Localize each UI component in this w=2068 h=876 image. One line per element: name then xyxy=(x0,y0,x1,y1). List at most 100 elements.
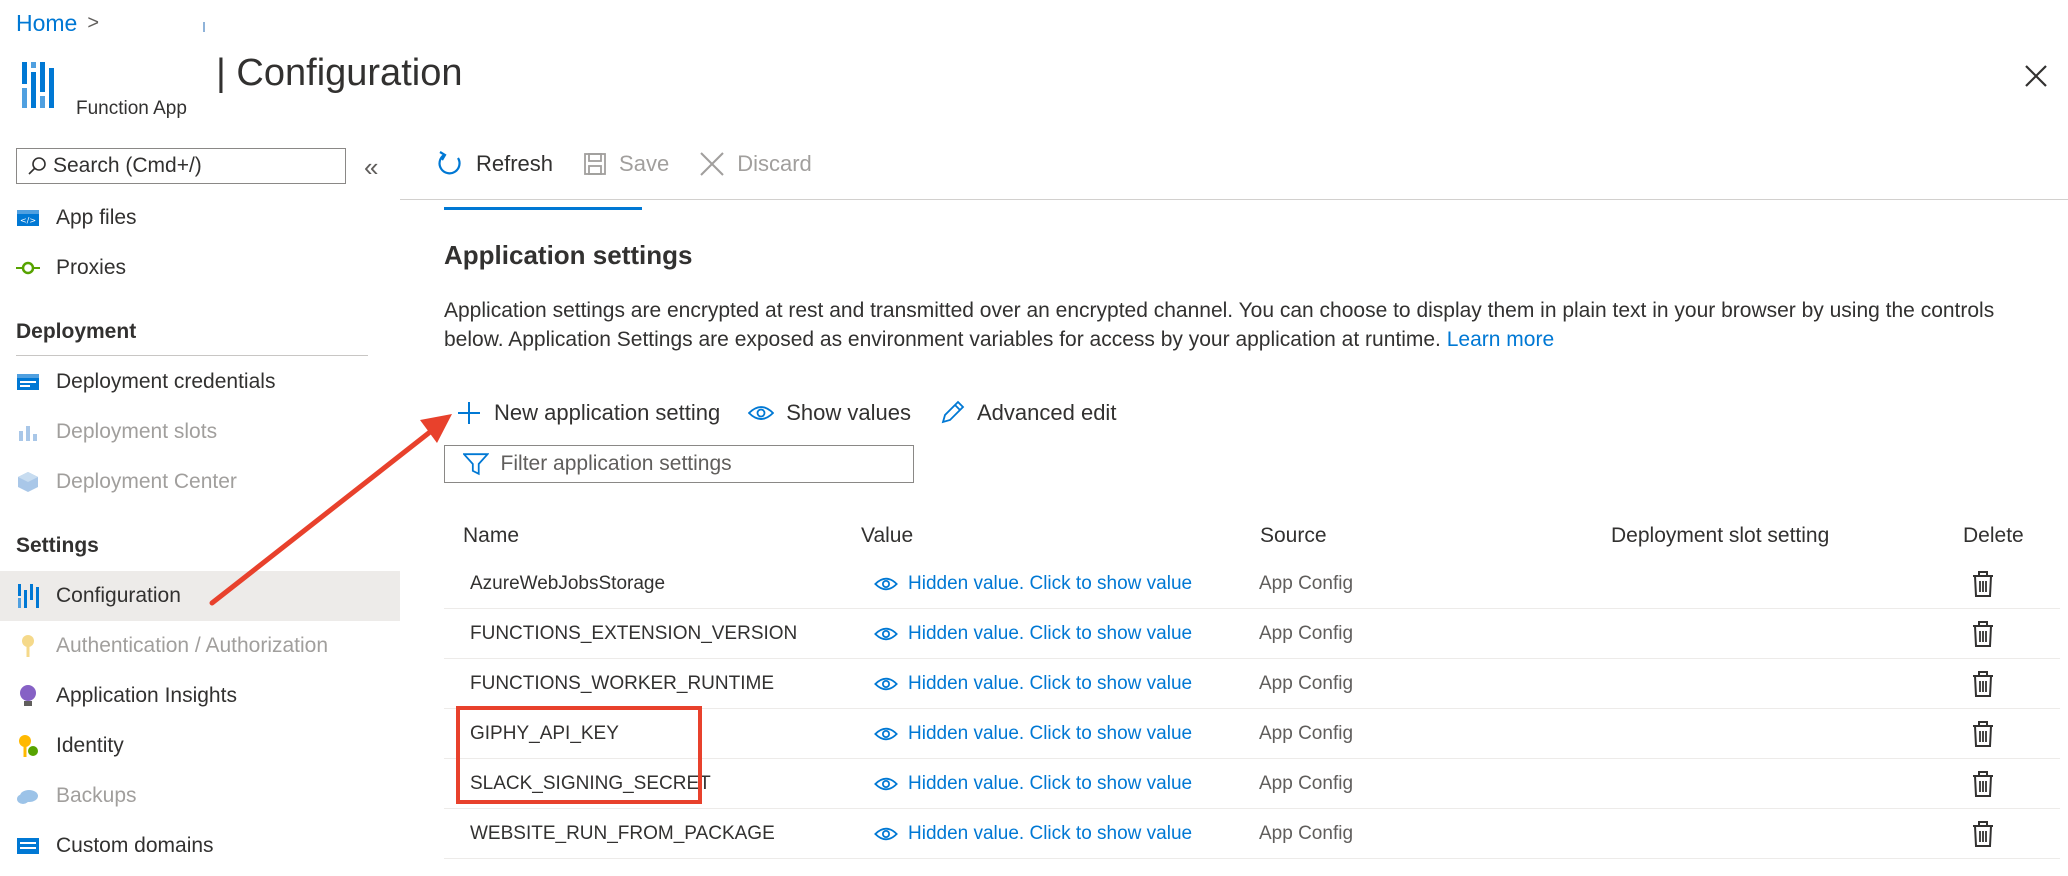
sidebar-item-label: Identity xyxy=(56,734,124,757)
show-values-button[interactable]: Show values xyxy=(748,400,911,426)
configuration-icon xyxy=(16,584,40,608)
eye-icon xyxy=(874,776,898,792)
filter-icon xyxy=(463,453,489,476)
eye-icon xyxy=(874,626,898,642)
discard-label: Discard xyxy=(737,151,812,176)
collapse-sidebar-button[interactable]: « xyxy=(364,152,378,183)
deployment-credentials-icon xyxy=(16,370,40,394)
table-row: FUNCTIONS_EXTENSION_VERSION Hidden value… xyxy=(444,609,2060,659)
hidden-value-link[interactable]: Hidden value. Click to show value xyxy=(874,809,1192,859)
sidebar-search-box[interactable] xyxy=(16,148,346,184)
sidebar-search-input[interactable] xyxy=(53,154,333,178)
advanced-edit-label: Advanced edit xyxy=(977,400,1117,425)
column-header-value[interactable]: Value xyxy=(861,524,913,548)
filter-box[interactable] xyxy=(444,445,914,483)
deployment-slots-icon xyxy=(16,420,40,444)
discard-button[interactable]: Discard xyxy=(699,151,812,177)
trash-icon xyxy=(1973,771,1993,797)
setting-source: App Config xyxy=(1259,673,1354,694)
hidden-value-link[interactable]: Hidden value. Click to show value xyxy=(874,559,1192,609)
settings-actions: New application setting Show values Adva… xyxy=(456,400,1144,426)
save-button[interactable]: Save xyxy=(583,151,669,177)
function-app-config-icon xyxy=(22,62,54,108)
sidebar-item-label: Deployment Center xyxy=(56,470,237,493)
eye-icon xyxy=(874,726,898,742)
hidden-value-link[interactable]: Hidden value. Click to show value xyxy=(874,759,1192,809)
eye-icon xyxy=(874,826,898,842)
proxies-icon xyxy=(16,256,40,280)
sidebar-item-label: Application Insights xyxy=(56,684,237,707)
breadcrumb-home-link[interactable]: Home xyxy=(16,10,77,37)
save-label: Save xyxy=(619,151,670,176)
breadcrumb: Home > xyxy=(16,8,206,38)
new-setting-label: New application setting xyxy=(494,400,721,425)
close-icon[interactable] xyxy=(2018,58,2054,94)
hidden-value-link[interactable]: Hidden value. Click to show value xyxy=(874,609,1192,659)
deployment-center-icon xyxy=(16,470,40,494)
sidebar-item-label: Backups xyxy=(56,784,137,807)
plus-icon xyxy=(456,400,482,426)
hidden-value-link[interactable]: Hidden value. Click to show value xyxy=(874,709,1192,759)
sidebar-item-identity[interactable]: Identity xyxy=(0,721,400,771)
sidebar-item-deployment-credentials[interactable]: Deployment credentials xyxy=(0,357,400,407)
table-row: AzureWebJobsStorage Hidden value. Click … xyxy=(444,559,2060,609)
trash-icon xyxy=(1973,571,1993,597)
column-header-deployment-slot-setting[interactable]: Deployment slot setting xyxy=(1611,524,1829,548)
breadcrumb-resource-link[interactable] xyxy=(203,22,206,32)
table-row: FUNCTIONS_WORKER_RUNTIME Hidden value. C… xyxy=(444,659,2060,709)
hidden-value-text: Hidden value. Click to show value xyxy=(908,623,1193,644)
setting-source: App Config xyxy=(1259,823,1354,844)
sidebar-item-custom-domains[interactable]: Custom domains xyxy=(0,821,400,871)
search-icon xyxy=(28,157,46,175)
sidebar-item-label: Deployment credentials xyxy=(56,370,276,393)
filter-input[interactable] xyxy=(500,452,913,476)
show-values-label: Show values xyxy=(786,400,911,425)
column-header-source[interactable]: Source xyxy=(1260,524,1327,548)
sidebar-item-label: Proxies xyxy=(56,256,127,279)
delete-button[interactable] xyxy=(1972,759,1994,809)
column-header-name[interactable]: Name xyxy=(463,524,519,548)
sidebar-item-application-insights[interactable]: Application Insights xyxy=(0,671,400,721)
discard-icon xyxy=(699,151,725,177)
delete-button[interactable] xyxy=(1972,559,1994,609)
sidebar-item-backups[interactable]: Backups xyxy=(0,771,400,821)
divider xyxy=(16,355,368,356)
refresh-button[interactable]: Refresh xyxy=(436,150,553,178)
setting-name[interactable]: FUNCTIONS_EXTENSION_VERSION xyxy=(470,609,797,659)
new-application-setting-button[interactable]: New application setting xyxy=(456,400,720,426)
eye-icon xyxy=(748,404,775,422)
setting-name[interactable]: FUNCTIONS_WORKER_RUNTIME xyxy=(470,659,774,709)
annotation-highlight-box xyxy=(456,706,702,804)
advanced-edit-button[interactable]: Advanced edit xyxy=(939,400,1116,426)
sidebar-item-label: Deployment slots xyxy=(56,420,218,443)
sidebar-item-app-files[interactable]: </> App files xyxy=(0,193,400,243)
delete-button[interactable] xyxy=(1972,809,1994,859)
redacted-app-name xyxy=(76,50,216,96)
learn-more-link[interactable]: Learn more xyxy=(1447,328,1554,351)
sidebar-item-label: Custom domains xyxy=(56,834,214,857)
custom-domains-icon xyxy=(16,834,40,858)
refresh-label: Refresh xyxy=(476,151,554,176)
delete-button[interactable] xyxy=(1972,709,1994,759)
sidebar-item-configuration[interactable]: Configuration xyxy=(0,571,400,621)
toolbar-divider xyxy=(400,199,2068,200)
setting-source: App Config xyxy=(1259,573,1354,594)
sidebar-item-deployment-center[interactable]: Deployment Center xyxy=(0,457,400,507)
delete-button[interactable] xyxy=(1972,609,1994,659)
setting-source: App Config xyxy=(1259,723,1354,744)
sidebar-item-deployment-slots[interactable]: Deployment slots xyxy=(0,407,400,457)
section-heading-settings: Settings xyxy=(16,534,99,557)
key-icon xyxy=(16,634,40,658)
trash-icon xyxy=(1973,671,1993,697)
sidebar-item-label: Configuration xyxy=(56,584,181,607)
setting-name[interactable]: AzureWebJobsStorage xyxy=(470,559,665,609)
section-description: Application settings are encrypted at re… xyxy=(444,296,2004,354)
sidebar-item-authentication[interactable]: Authentication / Authorization xyxy=(0,621,400,671)
hidden-value-text: Hidden value. Click to show value xyxy=(908,773,1193,794)
refresh-icon xyxy=(436,150,464,178)
cloud-icon xyxy=(16,784,40,808)
delete-button[interactable] xyxy=(1972,659,1994,709)
setting-name[interactable]: WEBSITE_RUN_FROM_PACKAGE xyxy=(470,809,775,859)
sidebar-item-proxies[interactable]: Proxies xyxy=(0,243,400,293)
hidden-value-link[interactable]: Hidden value. Click to show value xyxy=(874,659,1192,709)
